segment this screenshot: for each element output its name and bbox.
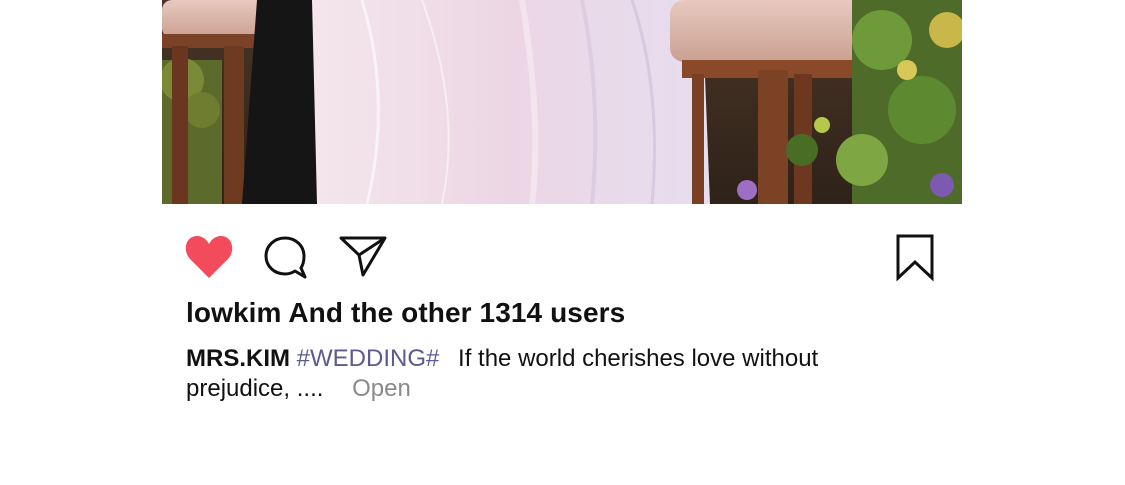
caption-more-link[interactable]: Open [352,375,411,402]
comment-icon[interactable] [263,235,309,281]
wedding-photo-image [162,0,962,204]
caption-hashtag[interactable]: #WEDDING# [297,345,440,372]
bookmark-icon[interactable] [895,234,935,282]
post-photo[interactable] [162,0,962,204]
post-card: lowkim And the other 1314 users MRS.KIM … [162,0,962,485]
heart-icon[interactable] [184,234,234,280]
send-icon[interactable] [339,234,387,278]
action-bar [162,232,962,282]
caption-author[interactable]: MRS.KIM [186,345,290,372]
likes-count[interactable]: lowkim And the other 1314 users [186,297,625,329]
post-caption: MRS.KIM #WEDDING# If the world cherishes… [186,344,876,404]
